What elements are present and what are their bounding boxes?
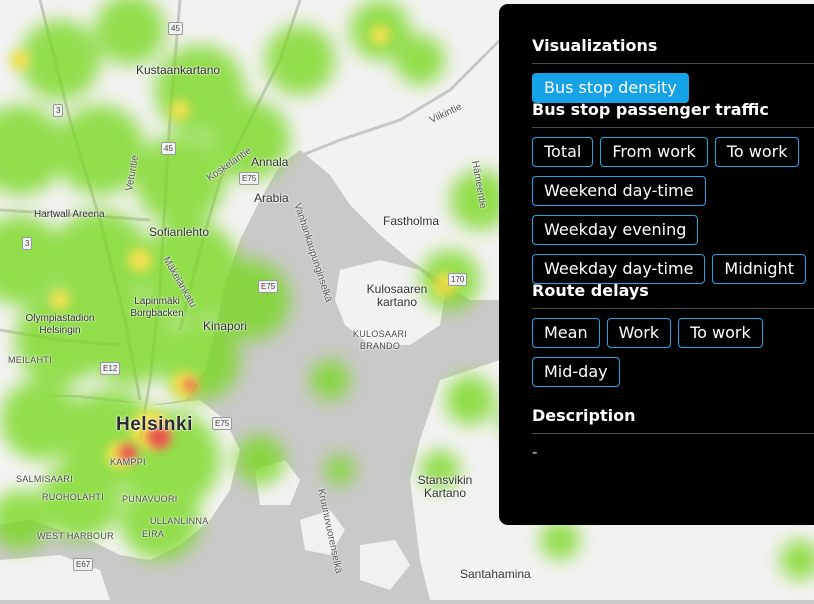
description-text: - [532,443,538,461]
section-description: Description - [532,406,814,461]
district-label: ULLANLINNA [150,516,209,526]
place-label: Arabia [254,191,289,205]
road-shield: E12 [100,362,121,375]
district-label: MEILAHTI [8,355,52,365]
control-panel: Visualizations Bus stop density Bus stop… [499,4,814,525]
district-label: RUOHOLAHTI [42,492,105,502]
district-label: EIRA [142,529,165,539]
road-shield: 45 [161,142,176,155]
district-label: PUNAVUORI [122,494,178,504]
chip-mid-day[interactable]: Mid-day [532,357,620,387]
chip-total[interactable]: Total [532,137,594,167]
district-label: KULOSAARI BRANDO [352,329,408,351]
place-label: Lapinmäki Borgbacken [130,296,184,319]
place-label: Olympiastadion Helsingin [25,313,95,336]
chip-work[interactable]: Work [606,318,672,348]
place-label: Annala [251,155,289,169]
road-shield: E75 [258,280,279,293]
place-label: Hartwall Areena [34,209,105,220]
road-shield: 45 [168,22,183,35]
chip-mean[interactable]: Mean [532,318,600,348]
district-label: KAMPPI [110,457,146,467]
road-shield: 170 [448,273,468,286]
place-label: Fastholma [383,214,440,228]
place-label: Kinapori [203,319,248,333]
place-label: Kulosaaren kartano [366,282,428,309]
place-label: Sofianlehto [149,225,210,239]
section-title: Description [532,406,636,425]
chip-weekday-evening[interactable]: Weekday evening [532,215,699,245]
section-title: Visualizations [532,36,658,55]
chip-weekday-day-time[interactable]: Weekday day-time [532,254,706,284]
divider [532,308,814,309]
chip-bus-stop-density[interactable]: Bus stop density [532,73,689,103]
chip-midnight[interactable]: Midnight [712,254,806,284]
place-label: Stansvikin Kartano [417,473,473,500]
divider [532,63,814,64]
section-passenger-traffic: Bus stop passenger traffic Total From wor… [532,100,814,293]
road-shield: 3 [53,104,64,117]
district-label: SALMISAARI [16,474,74,484]
place-label: Kustaankartano [136,63,221,77]
divider [532,127,814,128]
chip-from-work[interactable]: From work [600,137,708,167]
district-label: WEST HARBOUR [37,531,114,541]
divider [532,433,814,434]
place-label: Santahamina [460,567,531,581]
road-shield: E75 [212,417,233,430]
chip-to-work[interactable]: To work [678,318,763,348]
chip-to-work[interactable]: To work [714,137,800,167]
chip-weekend-day-time[interactable]: Weekend day-time [532,176,706,206]
road-shield: E67 [73,558,94,571]
road-shield: E75 [239,172,260,185]
road-shield: 3 [22,237,33,250]
section-title: Bus stop passenger traffic [532,100,769,119]
section-route-delays: Route delays Mean Work To work Mid-day [532,281,814,396]
city-label: Helsinki [116,414,193,435]
